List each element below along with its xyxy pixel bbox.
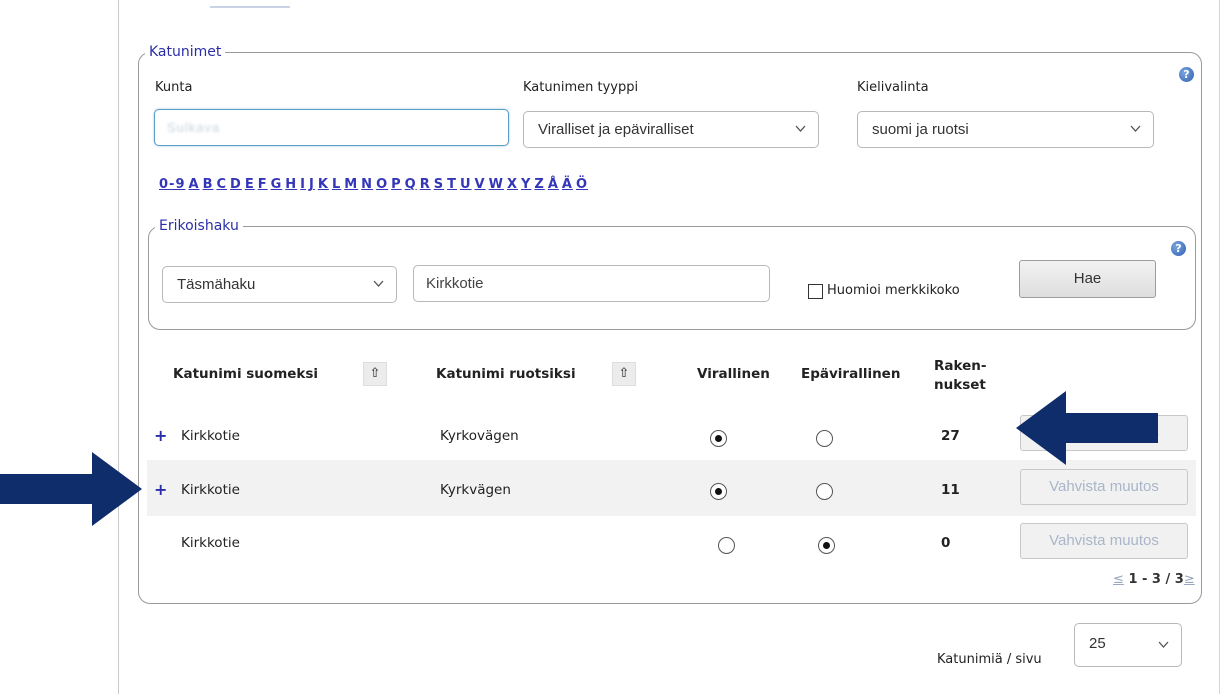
alphabet-link[interactable]: O (376, 177, 388, 192)
chevron-down-icon (1130, 125, 1141, 134)
search-query-input[interactable]: Kirkkotie (413, 265, 770, 302)
alphabet-link[interactable]: R (420, 177, 431, 192)
alphabet-link[interactable]: C (216, 177, 227, 192)
per-page-value: 25 (1089, 635, 1106, 652)
chevron-down-icon (373, 280, 384, 289)
search-mode-value: Täsmähaku (177, 276, 256, 293)
tab-indicator (210, 6, 290, 8)
alphabet-link[interactable]: S (434, 177, 444, 192)
per-page-label: Katunimiä / sivu (937, 652, 1042, 667)
alphabet-link[interactable]: J (309, 177, 315, 192)
alphabet-link[interactable]: F (258, 177, 268, 192)
case-sensitive-checkbox[interactable] (808, 284, 823, 299)
alphabet-link[interactable]: Ö (576, 177, 588, 192)
alphabet-link[interactable]: W (489, 177, 504, 192)
row3-buildings: 0 (941, 535, 951, 551)
katunimet-legend: Katunimet (149, 44, 222, 60)
row1-official-radio[interactable] (710, 430, 727, 447)
search-query-value: Kirkkotie (426, 275, 484, 292)
row3-fi: Kirkkotie (181, 535, 240, 551)
alphabet-link[interactable]: D (230, 177, 242, 192)
tyyppi-value: Viralliset ja epäviralliset (538, 121, 694, 138)
alphabet-link[interactable]: E (245, 177, 255, 192)
alphabet-link[interactable]: Z (534, 177, 544, 192)
sort-up-icon[interactable]: ⇧ (612, 362, 636, 386)
kunta-label: Kunta (155, 80, 193, 95)
row1-buildings: 27 (941, 428, 960, 444)
row2-fi: Kirkkotie (181, 482, 240, 498)
alphabet-link[interactable]: Ä (562, 177, 573, 192)
search-button[interactable]: Hae (1019, 260, 1156, 298)
kieli-value: suomi ja ruotsi (872, 121, 969, 138)
chevron-down-icon (795, 125, 806, 134)
pagination-range: 1 - 3 / 3 (1128, 572, 1184, 587)
alphabet-link[interactable]: Å (548, 177, 559, 192)
alphabet-link[interactable]: V (475, 177, 486, 192)
tyyppi-select[interactable]: Viralliset ja epäviralliset (523, 111, 819, 148)
alphabet-link[interactable]: M (344, 177, 358, 192)
per-page-select[interactable]: 25 (1074, 623, 1182, 667)
alphabet-link[interactable]: K (318, 177, 329, 192)
row2-confirm-button[interactable]: Vahvista muutos (1020, 469, 1188, 505)
alphabet-link[interactable]: H (285, 177, 297, 192)
header-fi: Katunimi suomeksi (173, 366, 319, 382)
alphabet-link[interactable]: U (460, 177, 472, 192)
row3-confirm-button[interactable]: Vahvista muutos (1020, 523, 1188, 559)
plus-icon[interactable]: + (154, 426, 167, 445)
header-sv: Katunimi ruotsiksi (436, 366, 576, 382)
kieli-select[interactable]: suomi ja ruotsi (857, 111, 1154, 148)
alphabet-link[interactable]: G (271, 177, 283, 192)
sort-up-icon[interactable]: ⇧ (363, 362, 387, 386)
row2-buildings: 11 (941, 482, 960, 498)
search-mode-select[interactable]: Täsmähaku (162, 266, 397, 303)
arrow-right-icon (0, 452, 142, 526)
plus-icon[interactable]: + (154, 480, 167, 499)
row1-unofficial-radio[interactable] (816, 430, 833, 447)
header-buildings-2: nukset (934, 377, 986, 393)
row1-sv: Kyrkovägen (440, 428, 519, 444)
row1-fi: Kirkkotie (181, 428, 240, 444)
alphabet-link[interactable]: B (203, 177, 214, 192)
help-icon[interactable]: ? (1171, 241, 1186, 256)
header-official: Virallinen (697, 366, 770, 382)
alphabet-link[interactable]: Q (405, 177, 417, 192)
help-icon[interactable]: ? (1179, 67, 1194, 82)
tyyppi-label: Katunimen tyyppi (523, 80, 639, 95)
alphabet-link[interactable]: I (300, 177, 306, 192)
alphabet-link[interactable]: A (189, 177, 200, 192)
chevron-down-icon (1158, 641, 1169, 650)
header-unofficial: Epävirallinen (801, 366, 901, 382)
kunta-value: Sulkava (167, 120, 221, 135)
pagination-next[interactable]: ≥ (1184, 572, 1195, 587)
alphabet-link[interactable]: 0-9 (159, 177, 186, 192)
alphabet-link[interactable]: T (447, 177, 457, 192)
erikoishaku-legend: Erikoishaku (159, 218, 239, 234)
alphabet-link[interactable]: X (507, 177, 518, 192)
row2-sv: Kyrkvägen (440, 482, 511, 498)
alphabet-link[interactable]: N (361, 177, 373, 192)
row3-unofficial-radio[interactable] (818, 537, 835, 554)
row3-official-radio[interactable] (718, 537, 735, 554)
header-buildings-1: Raken- (934, 358, 987, 374)
alphabet-link[interactable]: P (391, 177, 402, 192)
alphabet-link[interactable]: Y (521, 177, 531, 192)
row2-official-radio[interactable] (710, 483, 727, 500)
pagination: ≤ 1 - 3 / 3≥ (1113, 572, 1195, 587)
pagination-prev[interactable]: ≤ (1113, 572, 1124, 587)
row2-unofficial-radio[interactable] (816, 483, 833, 500)
kieli-label: Kielivalinta (857, 80, 929, 95)
arrow-left-icon (1016, 391, 1158, 465)
alphabet-filter: 0-9 A B C D E F G H I J K L M N O P Q R S T U V W X Y Z Å Ä Ö (159, 177, 591, 192)
alphabet-link[interactable]: L (332, 177, 341, 192)
kunta-input[interactable]: Sulkava (154, 109, 509, 146)
case-sensitive-label: Huomioi merkkikoko (827, 283, 960, 298)
